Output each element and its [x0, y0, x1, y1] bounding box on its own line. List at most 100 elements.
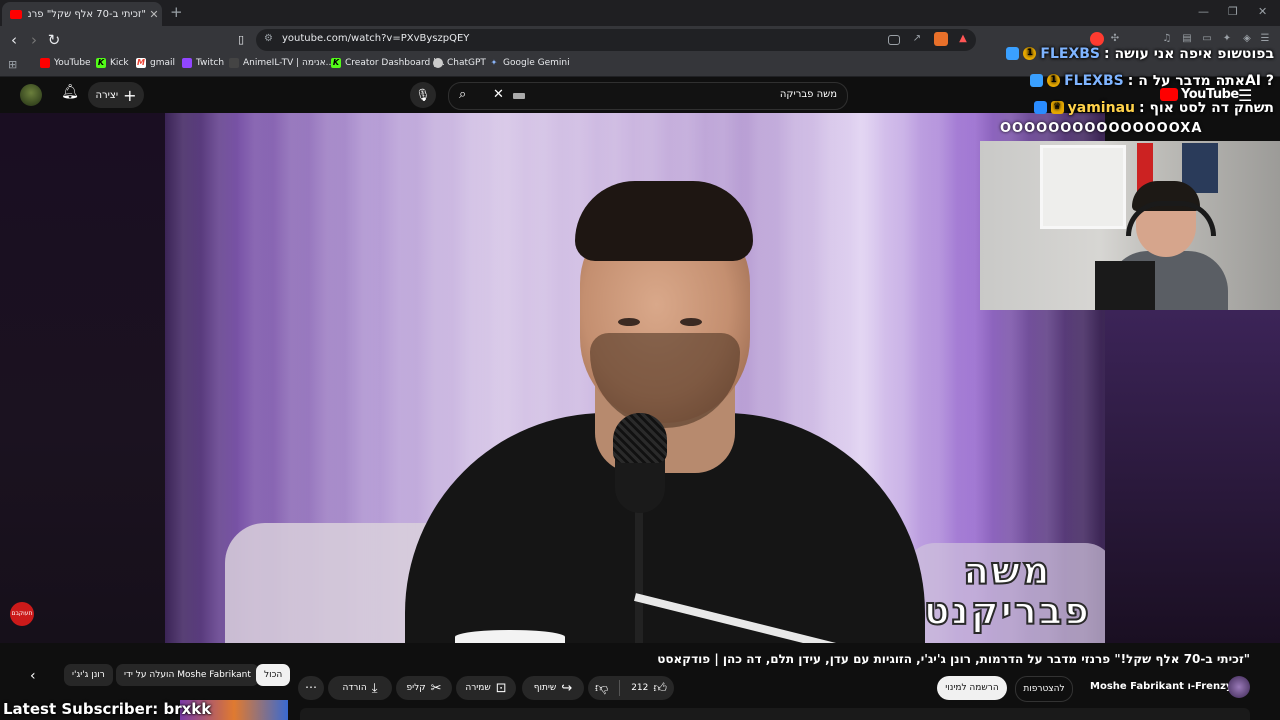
gemini-icon: ✦: [490, 58, 498, 67]
dislike-icon[interactable]: 👎︎: [595, 681, 608, 696]
bookmark-label: YouTube: [54, 58, 91, 68]
subscribe-button[interactable]: הרשמה למינוי: [937, 676, 1007, 700]
brave-shield-icon[interactable]: [934, 32, 948, 46]
window-restore-button[interactable]: ❐: [1228, 5, 1238, 18]
scissors-icon: ✂: [430, 680, 442, 696]
youtube-logo[interactable]: YouTube: [1160, 87, 1239, 102]
download-icon: ⤓: [371, 680, 378, 696]
like-count: 212: [631, 683, 649, 693]
chatgpt-icon: [433, 58, 443, 68]
download-button[interactable]: הורדה ⤓: [328, 676, 392, 700]
chat-crown-badge-icon: ♛: [1050, 101, 1064, 114]
window-close-button[interactable]: ✕: [1258, 5, 1267, 18]
back-arrow-icon[interactable]: ‹: [4, 30, 24, 50]
youtube-play-icon: [1160, 88, 1178, 101]
overlay-name-line1: משה: [962, 549, 1052, 593]
reload-icon[interactable]: ↻: [44, 30, 64, 50]
chip-ronen[interactable]: רונן ג'יג'י: [64, 664, 113, 686]
site-info-icon[interactable]: ⚙: [264, 33, 273, 44]
bookmark-animeil[interactable]: AnimeIL-TV | אנימה...: [229, 58, 334, 68]
gaming-chair: [1095, 261, 1155, 310]
voice-search-mic-icon[interactable]: 🎙︎: [410, 82, 436, 108]
chat-username: FLEXBS: [1040, 45, 1101, 62]
window-minimize-button[interactable]: —: [1198, 5, 1209, 18]
video-title: "זכיתי ב-70 אלף שקל!" פרנזי מדבר על הדרמ…: [657, 652, 1250, 666]
bookmark-gmail[interactable]: Mgmail: [136, 58, 175, 68]
video-player[interactable]: משה פבריקנט: [165, 113, 1105, 643]
save-bookmark-icon: ⊡: [495, 680, 507, 696]
channel-name-text: Moshe Fabrikant ו-Frenzy: [1090, 681, 1233, 692]
chat-text: בפוטשופ איפה אני עושה :: [1104, 45, 1274, 62]
bookmark-label: Google Gemini: [503, 58, 570, 68]
bookmark-kick[interactable]: K Kick: [96, 58, 129, 68]
bookmark-twitch[interactable]: Twitch: [182, 58, 224, 68]
twitch-icon: [182, 58, 192, 68]
browser-tab-active[interactable]: "זכיתי ב-70 אלף שקל" פרנזי מד ✕: [2, 2, 162, 26]
share-button[interactable]: שיתוף ↪: [522, 676, 584, 700]
overlay-name-line2: פבריקנט: [923, 589, 1091, 633]
save-label: שמירה: [465, 683, 491, 693]
tab-close-icon[interactable]: ✕: [146, 8, 162, 21]
notifications-bell-icon[interactable]: 🔔︎: [60, 84, 80, 104]
clear-search-icon[interactable]: ✕: [493, 87, 504, 102]
clip-label: קליפ: [406, 683, 426, 693]
new-tab-button[interactable]: +: [170, 3, 183, 21]
search-query-text: משה פבריקה: [779, 89, 837, 100]
channel-avatar[interactable]: [1228, 676, 1250, 698]
like-icon[interactable]: 👍︎: [653, 681, 667, 696]
bookmark-creator-dashboard[interactable]: K Creator Dashboard |...: [331, 58, 445, 68]
forward-arrow-icon[interactable]: ›: [24, 30, 44, 50]
create-button[interactable]: יצירה +: [88, 82, 144, 108]
tab-title: "זכיתי ב-70 אלף שקל" פרנזי מד: [28, 8, 146, 20]
plus-icon: +: [123, 85, 137, 105]
gmail-icon: M: [136, 58, 146, 68]
bookmark-label: ChatGPT: [447, 58, 486, 68]
channel-name[interactable]: Moshe Fabrikant ו-Frenzy ✔: [1090, 681, 1244, 692]
like-dislike-group: 👎︎ 212 👍︎: [588, 676, 674, 700]
rewards-icon[interactable]: ▲: [956, 32, 970, 46]
hamburger-menu-icon[interactable]: ☰: [1238, 86, 1252, 105]
chat-username: yaminau: [1067, 99, 1135, 116]
cup: [455, 630, 565, 643]
avatar[interactable]: [20, 84, 42, 106]
chip-all[interactable]: הכול: [256, 664, 291, 686]
video-name-overlay: משה פבריקנט: [923, 549, 1091, 633]
save-button[interactable]: שמירה ⊡: [456, 676, 516, 700]
bookmark-label: Creator Dashboard |...: [345, 58, 445, 68]
like-divider: [619, 680, 621, 696]
chat-username: FLEXBS: [1064, 72, 1124, 89]
chip-uploaded-by[interactable]: הועלה על ידי Moshe Fabrikant: [116, 664, 259, 686]
animeil-icon: [229, 58, 239, 68]
chat-extra-line: OOOOOOOOOOOOOOOXA: [1000, 121, 1203, 136]
apps-grid-icon[interactable]: ⊞: [8, 58, 17, 71]
bookmark-gemini[interactable]: ✦ Google Gemini: [489, 58, 570, 68]
stream-chat-overlay: 1 FLEXBS בפוטשופ איפה אני עושה : 1 FLEXB…: [984, 40, 1274, 121]
chat-text-body: בפוטשופ איפה אני עושה: [1114, 45, 1274, 62]
share-icon[interactable]: ↗: [910, 32, 924, 46]
bookmark-label: Kick: [110, 58, 129, 68]
share-arrow-icon: ↪: [561, 680, 573, 696]
search-input[interactable]: ⌕ ✕ משה פבריקה: [448, 82, 848, 110]
chips-prev-chevron-icon[interactable]: ‹: [30, 668, 36, 684]
address-bar[interactable]: ⚙ youtube.com/watch?v=PXvByszpQEY: [256, 29, 976, 51]
clip-button[interactable]: קליפ ✂: [396, 676, 452, 700]
chat-message: 1 FLEXBS בפוטשופ איפה אני עושה :: [984, 40, 1274, 67]
speaker-eye-left: [618, 318, 640, 326]
join-button[interactable]: להצטרפות: [1015, 676, 1073, 702]
join-label: להצטרפות: [1023, 684, 1065, 694]
streamer-webcam: [980, 141, 1280, 310]
bookmark-youtube[interactable]: YouTube: [40, 58, 91, 68]
search-icon[interactable]: ⌕: [459, 87, 466, 102]
bookmark-icon[interactable]: ▯: [231, 30, 251, 50]
bookmark-label: Twitch: [196, 58, 225, 68]
bookmark-chatgpt[interactable]: ChatGPT: [433, 58, 486, 68]
create-label: יצירה: [95, 89, 119, 101]
speaker-hair: [575, 181, 753, 261]
speaker-eye-right: [680, 318, 702, 326]
keyboard-icon[interactable]: [513, 93, 525, 99]
youtube-icon: [40, 58, 50, 68]
cast-icon[interactable]: [888, 35, 900, 45]
more-actions-button[interactable]: ⋯: [298, 676, 324, 700]
kick-icon: K: [331, 58, 341, 68]
description-box[interactable]: [300, 708, 1250, 720]
